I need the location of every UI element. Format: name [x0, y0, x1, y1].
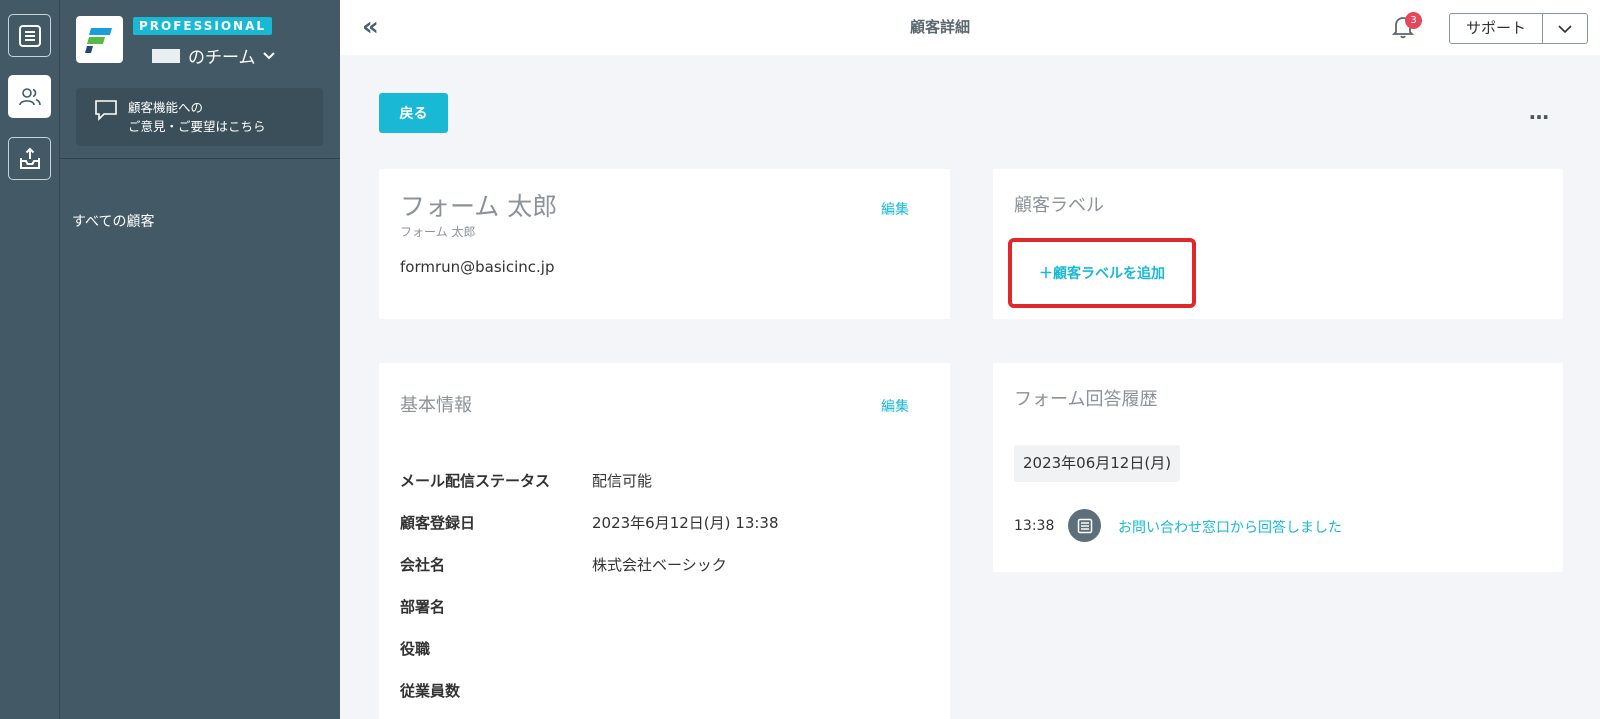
more-options-icon[interactable]: … [1529, 100, 1550, 124]
panel-divider [60, 158, 340, 159]
customers-icon [18, 87, 41, 105]
add-label-button[interactable]: ＋顧客ラベルを追加 [1039, 263, 1165, 283]
customer-labels-card: 顧客ラベル ＋顧客ラベルを追加 [993, 169, 1563, 319]
feedback-link[interactable]: 顧客機能への ご意見・ご要望はこちら [76, 88, 323, 146]
info-value: 2023年6月12日(月) 13:38 [592, 514, 779, 532]
support-dropdown[interactable]: サポート [1449, 13, 1588, 44]
info-row: 部署名 [400, 596, 592, 617]
info-row: 役職 [400, 638, 592, 659]
inbox-icon [19, 147, 40, 169]
history-time: 13:38 [1014, 518, 1055, 534]
customer-email: formrun@basicinc.jp [400, 258, 555, 276]
basic-info-card: 基本情報 編集 メール配信ステータス 配信可能 顧客登録日 2023年6月12日… [379, 363, 950, 719]
highlight-box: ＋顧客ラベルを追加 [1008, 238, 1196, 308]
app-logo [76, 16, 123, 63]
info-key: 顧客登録日 [400, 514, 476, 532]
form-list-icon [18, 24, 41, 47]
edit-basic-info-link[interactable]: 編集 [881, 396, 909, 416]
chat-bubble-icon [95, 100, 117, 121]
info-key: 役職 [400, 640, 431, 658]
redacted-team-name [152, 48, 180, 63]
rail-customers-button[interactable] [8, 75, 51, 118]
page-title: 顧客詳細 [909, 18, 970, 36]
top-header: « 顧客詳細 3 サポート [340, 0, 1600, 55]
chevron-down-icon [1558, 24, 1572, 33]
info-value: 配信可能 [592, 472, 653, 490]
edit-customer-link[interactable]: 編集 [881, 199, 909, 219]
notification-badge: 3 [1405, 12, 1422, 29]
info-key: メール配信ステータス [400, 472, 551, 490]
formrun-logo-icon [84, 27, 112, 53]
info-key: 従業員数 [400, 682, 461, 700]
plan-badge: PROFESSIONAL [133, 17, 273, 35]
side-panel: PROFESSIONAL のチーム 顧客機能への ご意見・ご要望はこちら すべて… [60, 0, 340, 719]
response-history-card: フォーム回答履歴 2023年06月12日(月) 13:38 お問い合わせ窓口から… [993, 363, 1563, 572]
info-row: 従業員数 [400, 680, 592, 701]
customer-summary-card: フォーム 太郎 フォーム 太郎 formrun@basicinc.jp 編集 [379, 169, 950, 319]
icon-rail [0, 0, 60, 719]
basic-info-heading: 基本情報 [400, 395, 472, 416]
history-date: 2023年06月12日(月) [1014, 445, 1181, 482]
form-response-icon [1068, 509, 1101, 542]
customer-name: フォーム 太郎 [400, 192, 558, 221]
info-row: 顧客登録日 2023年6月12日(月) 13:38 [400, 512, 779, 533]
feedback-line2: ご意見・ご要望はこちら [128, 119, 266, 134]
history-entry-link[interactable]: お問い合わせ窓口から回答しました [1118, 517, 1342, 537]
support-toggle[interactable] [1543, 14, 1587, 43]
info-row: 会社名 株式会社ベーシック [400, 554, 727, 575]
info-value: 株式会社ベーシック [592, 556, 727, 574]
history-heading: フォーム回答履歴 [1014, 389, 1158, 410]
customer-name-kana: フォーム 太郎 [400, 225, 476, 239]
labels-heading: 顧客ラベル [1014, 195, 1104, 216]
chevron-down-icon [262, 51, 275, 59]
info-key: 会社名 [400, 556, 446, 574]
team-name-label: のチーム [188, 48, 256, 68]
feedback-line1: 顧客機能への [128, 100, 204, 115]
rail-inbox-button[interactable] [8, 137, 51, 180]
back-button[interactable]: 戻る [379, 93, 448, 133]
rail-forms-button[interactable] [8, 14, 51, 57]
info-row: メール配信ステータス 配信可能 [400, 470, 652, 491]
sidebar-item-all-customers[interactable]: すべての顧客 [72, 211, 154, 231]
support-button[interactable]: サポート [1450, 14, 1543, 43]
info-key: 部署名 [400, 598, 446, 616]
team-switcher[interactable]: のチーム [152, 43, 276, 68]
